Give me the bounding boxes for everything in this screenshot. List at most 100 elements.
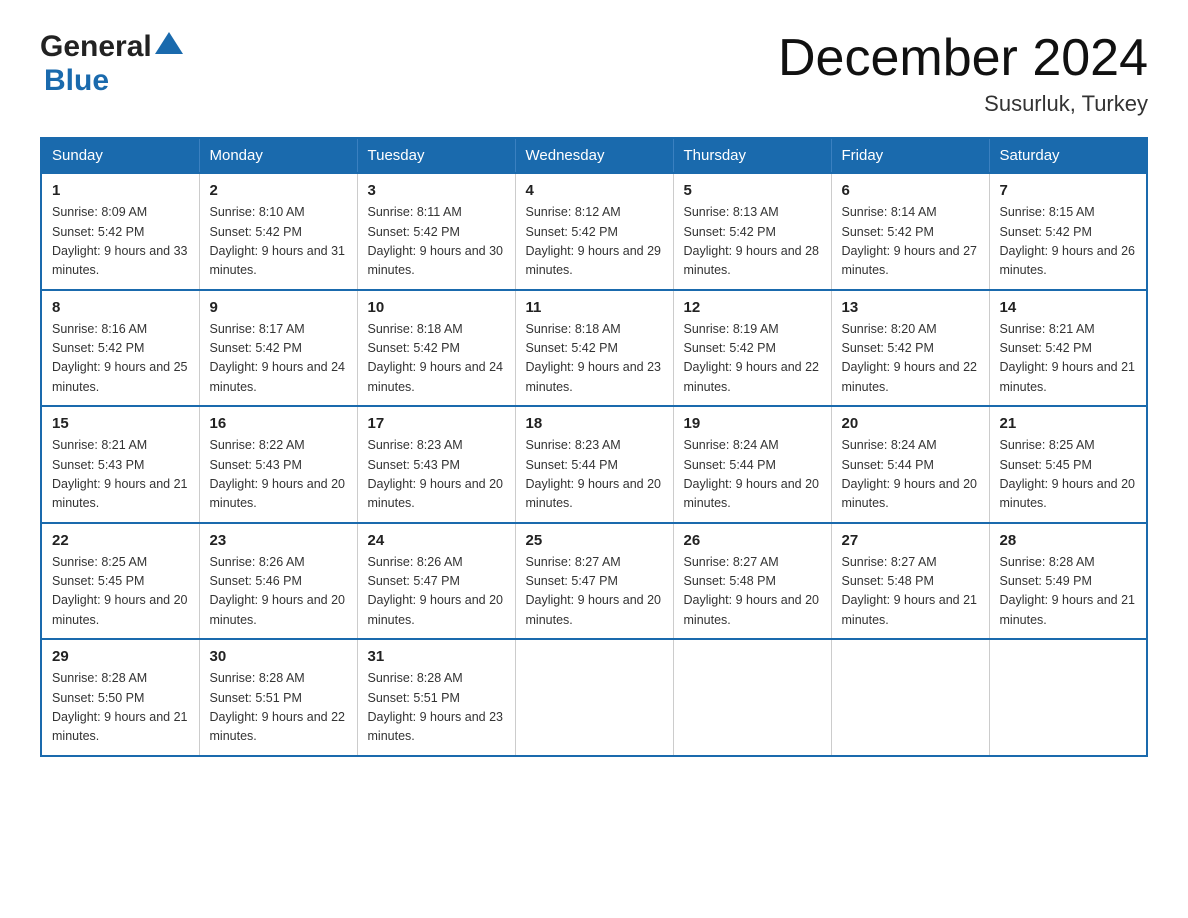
- title-section: December 2024 Susurluk, Turkey: [778, 30, 1148, 117]
- calendar-cell: [515, 639, 673, 756]
- day-number: 3: [368, 182, 505, 199]
- day-info: Sunrise: 8:26 AMSunset: 5:47 PMDaylight:…: [368, 553, 505, 631]
- calendar-header-row: SundayMondayTuesdayWednesdayThursdayFrid…: [41, 138, 1147, 173]
- calendar-cell: 25 Sunrise: 8:27 AMSunset: 5:47 PMDaylig…: [515, 523, 673, 640]
- calendar-subtitle: Susurluk, Turkey: [778, 91, 1148, 117]
- day-info: Sunrise: 8:16 AMSunset: 5:42 PMDaylight:…: [52, 320, 189, 398]
- day-number: 28: [1000, 532, 1137, 549]
- col-header-thursday: Thursday: [673, 138, 831, 173]
- calendar-cell: 13 Sunrise: 8:20 AMSunset: 5:42 PMDaylig…: [831, 290, 989, 407]
- logo-blue-text: Blue: [44, 64, 109, 97]
- day-number: 31: [368, 648, 505, 665]
- calendar-cell: 31 Sunrise: 8:28 AMSunset: 5:51 PMDaylig…: [357, 639, 515, 756]
- calendar-cell: 17 Sunrise: 8:23 AMSunset: 5:43 PMDaylig…: [357, 406, 515, 523]
- calendar-cell: 21 Sunrise: 8:25 AMSunset: 5:45 PMDaylig…: [989, 406, 1147, 523]
- col-header-monday: Monday: [199, 138, 357, 173]
- day-number: 2: [210, 182, 347, 199]
- calendar-cell: 9 Sunrise: 8:17 AMSunset: 5:42 PMDayligh…: [199, 290, 357, 407]
- calendar-cell: 26 Sunrise: 8:27 AMSunset: 5:48 PMDaylig…: [673, 523, 831, 640]
- calendar-week-row: 29 Sunrise: 8:28 AMSunset: 5:50 PMDaylig…: [41, 639, 1147, 756]
- calendar-week-row: 1 Sunrise: 8:09 AMSunset: 5:42 PMDayligh…: [41, 173, 1147, 290]
- day-info: Sunrise: 8:23 AMSunset: 5:44 PMDaylight:…: [526, 436, 663, 514]
- day-number: 5: [684, 182, 821, 199]
- calendar-cell: 1 Sunrise: 8:09 AMSunset: 5:42 PMDayligh…: [41, 173, 199, 290]
- calendar-title: December 2024: [778, 30, 1148, 87]
- day-info: Sunrise: 8:17 AMSunset: 5:42 PMDaylight:…: [210, 320, 347, 398]
- day-info: Sunrise: 8:24 AMSunset: 5:44 PMDaylight:…: [842, 436, 979, 514]
- day-info: Sunrise: 8:23 AMSunset: 5:43 PMDaylight:…: [368, 436, 505, 514]
- day-number: 11: [526, 299, 663, 316]
- day-info: Sunrise: 8:26 AMSunset: 5:46 PMDaylight:…: [210, 553, 347, 631]
- calendar-cell: 27 Sunrise: 8:27 AMSunset: 5:48 PMDaylig…: [831, 523, 989, 640]
- calendar-cell: 24 Sunrise: 8:26 AMSunset: 5:47 PMDaylig…: [357, 523, 515, 640]
- day-info: Sunrise: 8:28 AMSunset: 5:51 PMDaylight:…: [368, 669, 505, 747]
- logo-general-text: General: [40, 30, 152, 64]
- day-number: 6: [842, 182, 979, 199]
- day-number: 18: [526, 415, 663, 432]
- calendar-cell: 30 Sunrise: 8:28 AMSunset: 5:51 PMDaylig…: [199, 639, 357, 756]
- col-header-sunday: Sunday: [41, 138, 199, 173]
- calendar-cell: [989, 639, 1147, 756]
- day-info: Sunrise: 8:15 AMSunset: 5:42 PMDaylight:…: [1000, 203, 1137, 281]
- day-info: Sunrise: 8:27 AMSunset: 5:48 PMDaylight:…: [842, 553, 979, 631]
- day-number: 22: [52, 532, 189, 549]
- calendar-cell: 12 Sunrise: 8:19 AMSunset: 5:42 PMDaylig…: [673, 290, 831, 407]
- day-info: Sunrise: 8:12 AMSunset: 5:42 PMDaylight:…: [526, 203, 663, 281]
- day-number: 30: [210, 648, 347, 665]
- day-number: 25: [526, 532, 663, 549]
- calendar-cell: 7 Sunrise: 8:15 AMSunset: 5:42 PMDayligh…: [989, 173, 1147, 290]
- calendar-cell: 23 Sunrise: 8:26 AMSunset: 5:46 PMDaylig…: [199, 523, 357, 640]
- calendar-cell: 18 Sunrise: 8:23 AMSunset: 5:44 PMDaylig…: [515, 406, 673, 523]
- day-info: Sunrise: 8:27 AMSunset: 5:48 PMDaylight:…: [684, 553, 821, 631]
- calendar-week-row: 15 Sunrise: 8:21 AMSunset: 5:43 PMDaylig…: [41, 406, 1147, 523]
- calendar-table: SundayMondayTuesdayWednesdayThursdayFrid…: [40, 137, 1148, 757]
- day-number: 16: [210, 415, 347, 432]
- day-info: Sunrise: 8:11 AMSunset: 5:42 PMDaylight:…: [368, 203, 505, 281]
- day-number: 19: [684, 415, 821, 432]
- day-info: Sunrise: 8:18 AMSunset: 5:42 PMDaylight:…: [526, 320, 663, 398]
- day-number: 8: [52, 299, 189, 316]
- calendar-cell: 22 Sunrise: 8:25 AMSunset: 5:45 PMDaylig…: [41, 523, 199, 640]
- col-header-tuesday: Tuesday: [357, 138, 515, 173]
- day-number: 29: [52, 648, 189, 665]
- day-info: Sunrise: 8:10 AMSunset: 5:42 PMDaylight:…: [210, 203, 347, 281]
- calendar-week-row: 8 Sunrise: 8:16 AMSunset: 5:42 PMDayligh…: [41, 290, 1147, 407]
- day-info: Sunrise: 8:21 AMSunset: 5:43 PMDaylight:…: [52, 436, 189, 514]
- day-number: 17: [368, 415, 505, 432]
- day-info: Sunrise: 8:25 AMSunset: 5:45 PMDaylight:…: [52, 553, 189, 631]
- logo-triangle-icon: [155, 32, 183, 54]
- day-number: 21: [1000, 415, 1137, 432]
- day-info: Sunrise: 8:28 AMSunset: 5:50 PMDaylight:…: [52, 669, 189, 747]
- calendar-cell: 2 Sunrise: 8:10 AMSunset: 5:42 PMDayligh…: [199, 173, 357, 290]
- calendar-cell: 6 Sunrise: 8:14 AMSunset: 5:42 PMDayligh…: [831, 173, 989, 290]
- day-number: 26: [684, 532, 821, 549]
- day-info: Sunrise: 8:18 AMSunset: 5:42 PMDaylight:…: [368, 320, 505, 398]
- day-number: 10: [368, 299, 505, 316]
- col-header-saturday: Saturday: [989, 138, 1147, 173]
- day-info: Sunrise: 8:19 AMSunset: 5:42 PMDaylight:…: [684, 320, 821, 398]
- day-number: 15: [52, 415, 189, 432]
- day-info: Sunrise: 8:13 AMSunset: 5:42 PMDaylight:…: [684, 203, 821, 281]
- calendar-cell: 29 Sunrise: 8:28 AMSunset: 5:50 PMDaylig…: [41, 639, 199, 756]
- day-info: Sunrise: 8:28 AMSunset: 5:49 PMDaylight:…: [1000, 553, 1137, 631]
- col-header-wednesday: Wednesday: [515, 138, 673, 173]
- day-info: Sunrise: 8:25 AMSunset: 5:45 PMDaylight:…: [1000, 436, 1137, 514]
- col-header-friday: Friday: [831, 138, 989, 173]
- calendar-cell: 19 Sunrise: 8:24 AMSunset: 5:44 PMDaylig…: [673, 406, 831, 523]
- day-number: 23: [210, 532, 347, 549]
- calendar-cell: 5 Sunrise: 8:13 AMSunset: 5:42 PMDayligh…: [673, 173, 831, 290]
- calendar-cell: 8 Sunrise: 8:16 AMSunset: 5:42 PMDayligh…: [41, 290, 199, 407]
- day-info: Sunrise: 8:28 AMSunset: 5:51 PMDaylight:…: [210, 669, 347, 747]
- calendar-cell: 11 Sunrise: 8:18 AMSunset: 5:42 PMDaylig…: [515, 290, 673, 407]
- logo: General Blue: [40, 30, 183, 98]
- day-number: 13: [842, 299, 979, 316]
- calendar-week-row: 22 Sunrise: 8:25 AMSunset: 5:45 PMDaylig…: [41, 523, 1147, 640]
- day-number: 1: [52, 182, 189, 199]
- day-number: 24: [368, 532, 505, 549]
- day-number: 4: [526, 182, 663, 199]
- day-number: 20: [842, 415, 979, 432]
- day-number: 12: [684, 299, 821, 316]
- day-info: Sunrise: 8:14 AMSunset: 5:42 PMDaylight:…: [842, 203, 979, 281]
- day-info: Sunrise: 8:27 AMSunset: 5:47 PMDaylight:…: [526, 553, 663, 631]
- day-number: 9: [210, 299, 347, 316]
